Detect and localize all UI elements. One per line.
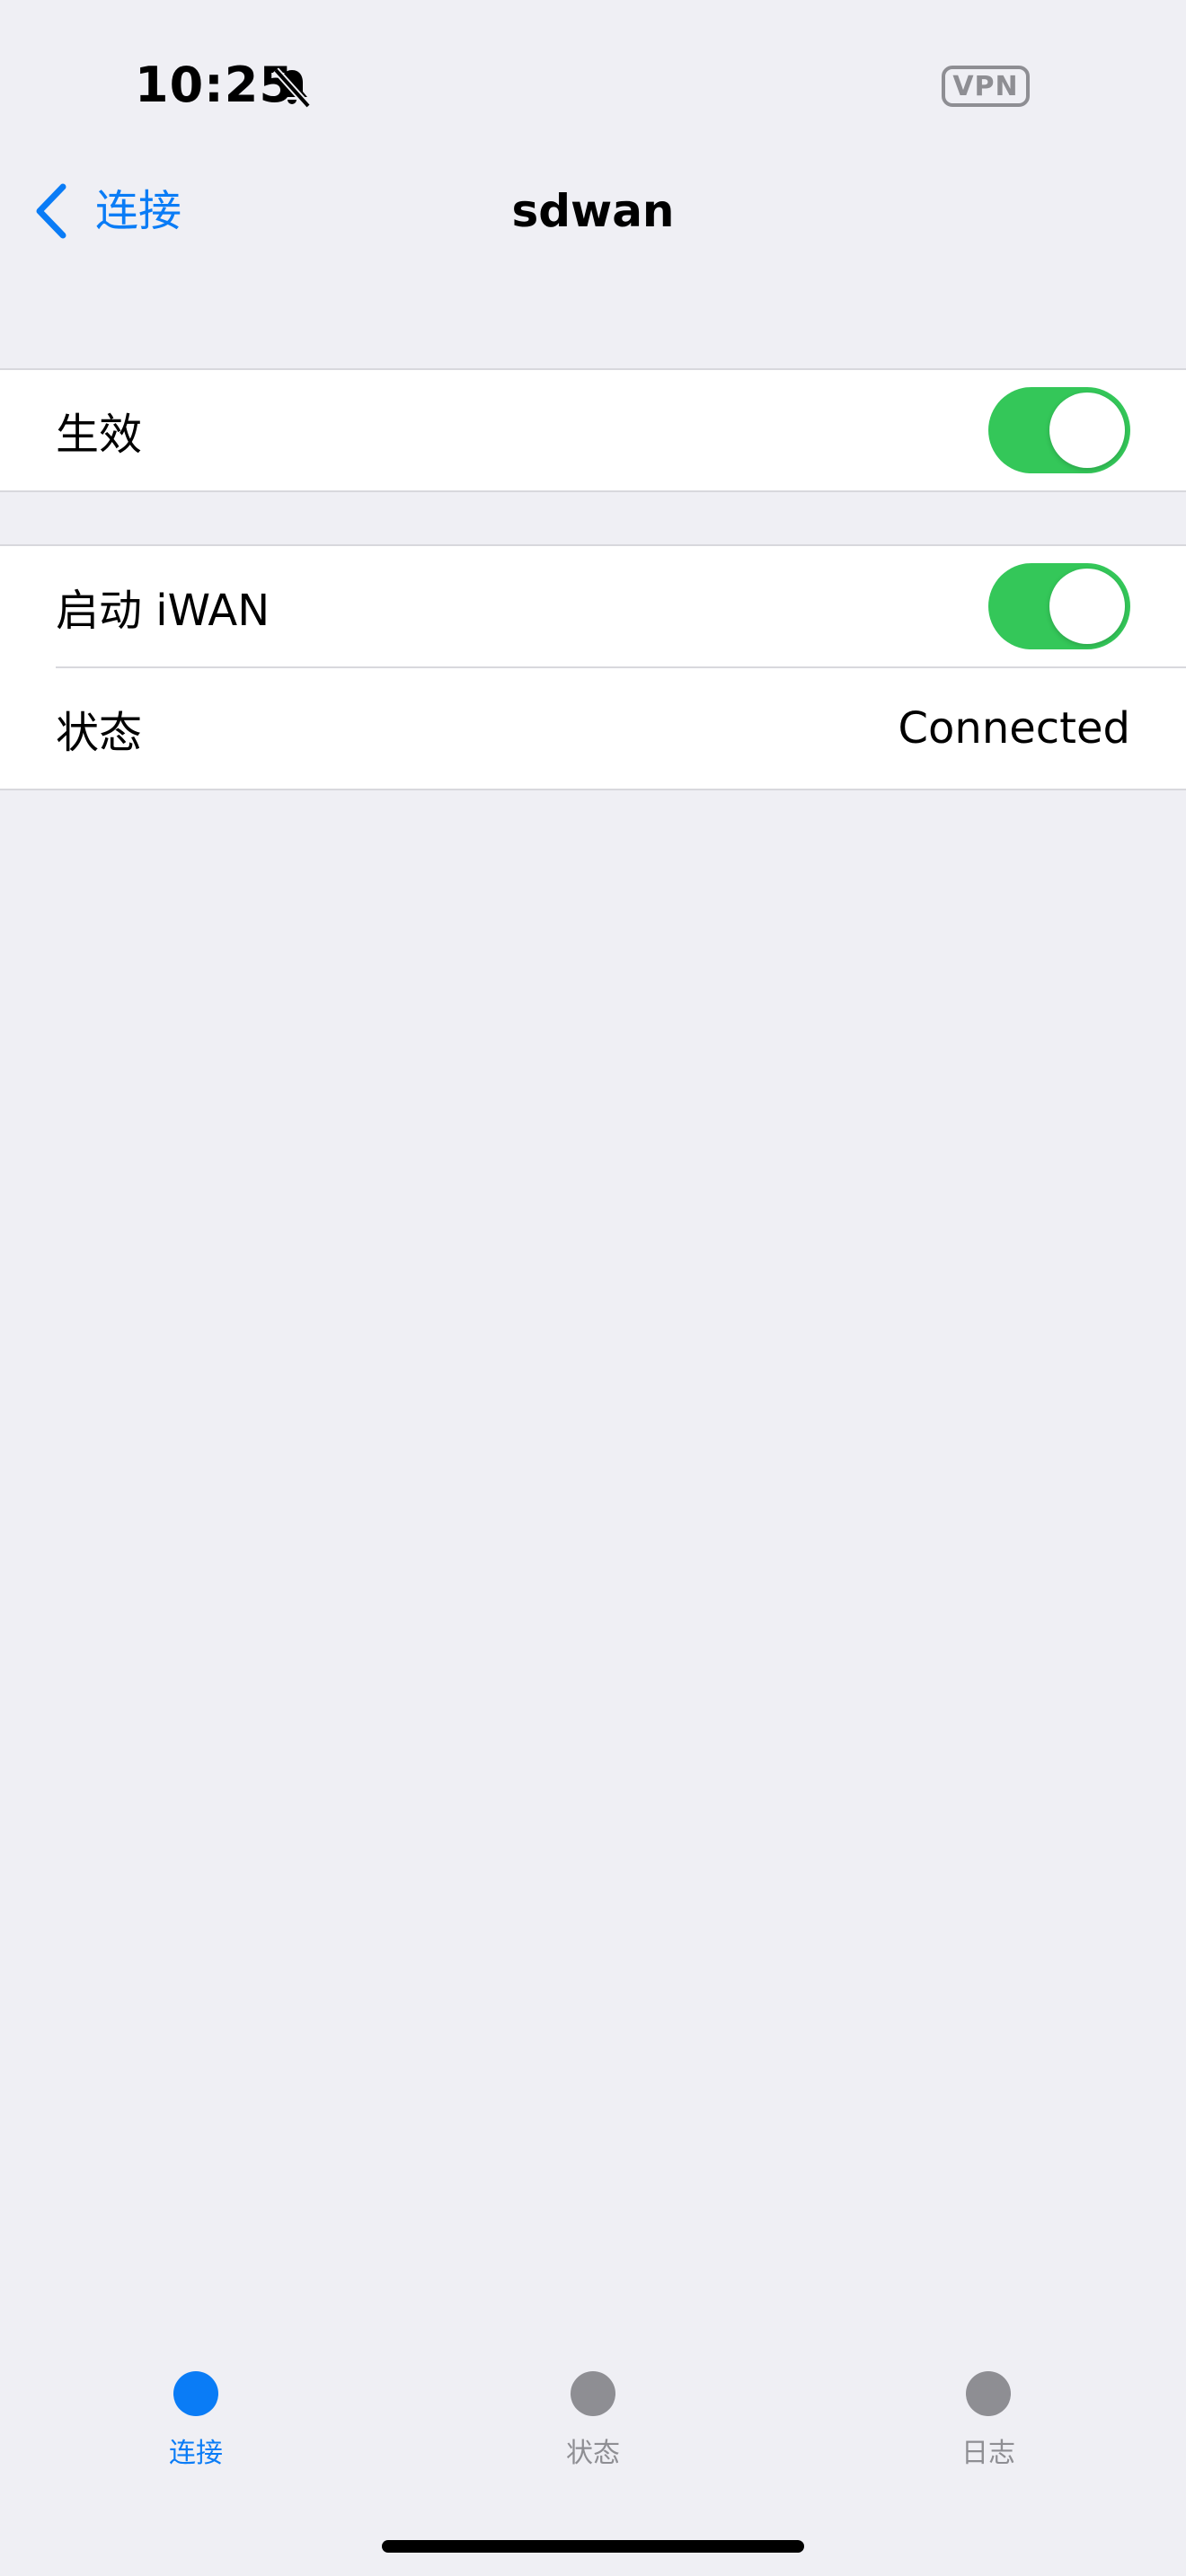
status-tab-icon [571, 2371, 615, 2416]
enable-group: 生效 [0, 368, 1186, 492]
logs-tab-icon [966, 2371, 1011, 2416]
bell-slash-icon [270, 65, 314, 110]
enable-label: 生效 [56, 410, 143, 460]
tab-connect[interactable]: 连接 [115, 2371, 277, 2472]
tab-logs[interactable]: 日志 [907, 2371, 1069, 2472]
toggle-knob [1049, 569, 1125, 644]
chevron-left-icon [36, 183, 66, 239]
tab-status[interactable]: 状态 [512, 2371, 674, 2472]
iwan-toggle[interactable] [988, 563, 1130, 649]
status-row: 状态 Connected [0, 668, 1186, 789]
iwan-row: 启动 iWAN [0, 546, 1186, 666]
iwan-label: 启动 iWAN [56, 586, 270, 636]
toggle-knob [1049, 393, 1125, 468]
vpn-badge: VPN [942, 66, 1030, 107]
status-label: 状态 [56, 708, 143, 758]
back-button-label: 连接 [95, 186, 182, 236]
tab-status-label: 状态 [566, 2438, 620, 2469]
connect-tab-icon [173, 2371, 218, 2416]
home-indicator[interactable] [382, 2540, 804, 2553]
iwan-group: 启动 iWAN 状态 Connected [0, 544, 1186, 790]
enable-toggle[interactable] [988, 387, 1130, 473]
tab-connect-label: 连接 [169, 2438, 223, 2469]
status-value: Connected [898, 703, 1130, 754]
enable-row: 生效 [0, 370, 1186, 490]
back-button[interactable]: 连接 [34, 180, 181, 243]
tab-logs-label: 日志 [961, 2438, 1015, 2469]
